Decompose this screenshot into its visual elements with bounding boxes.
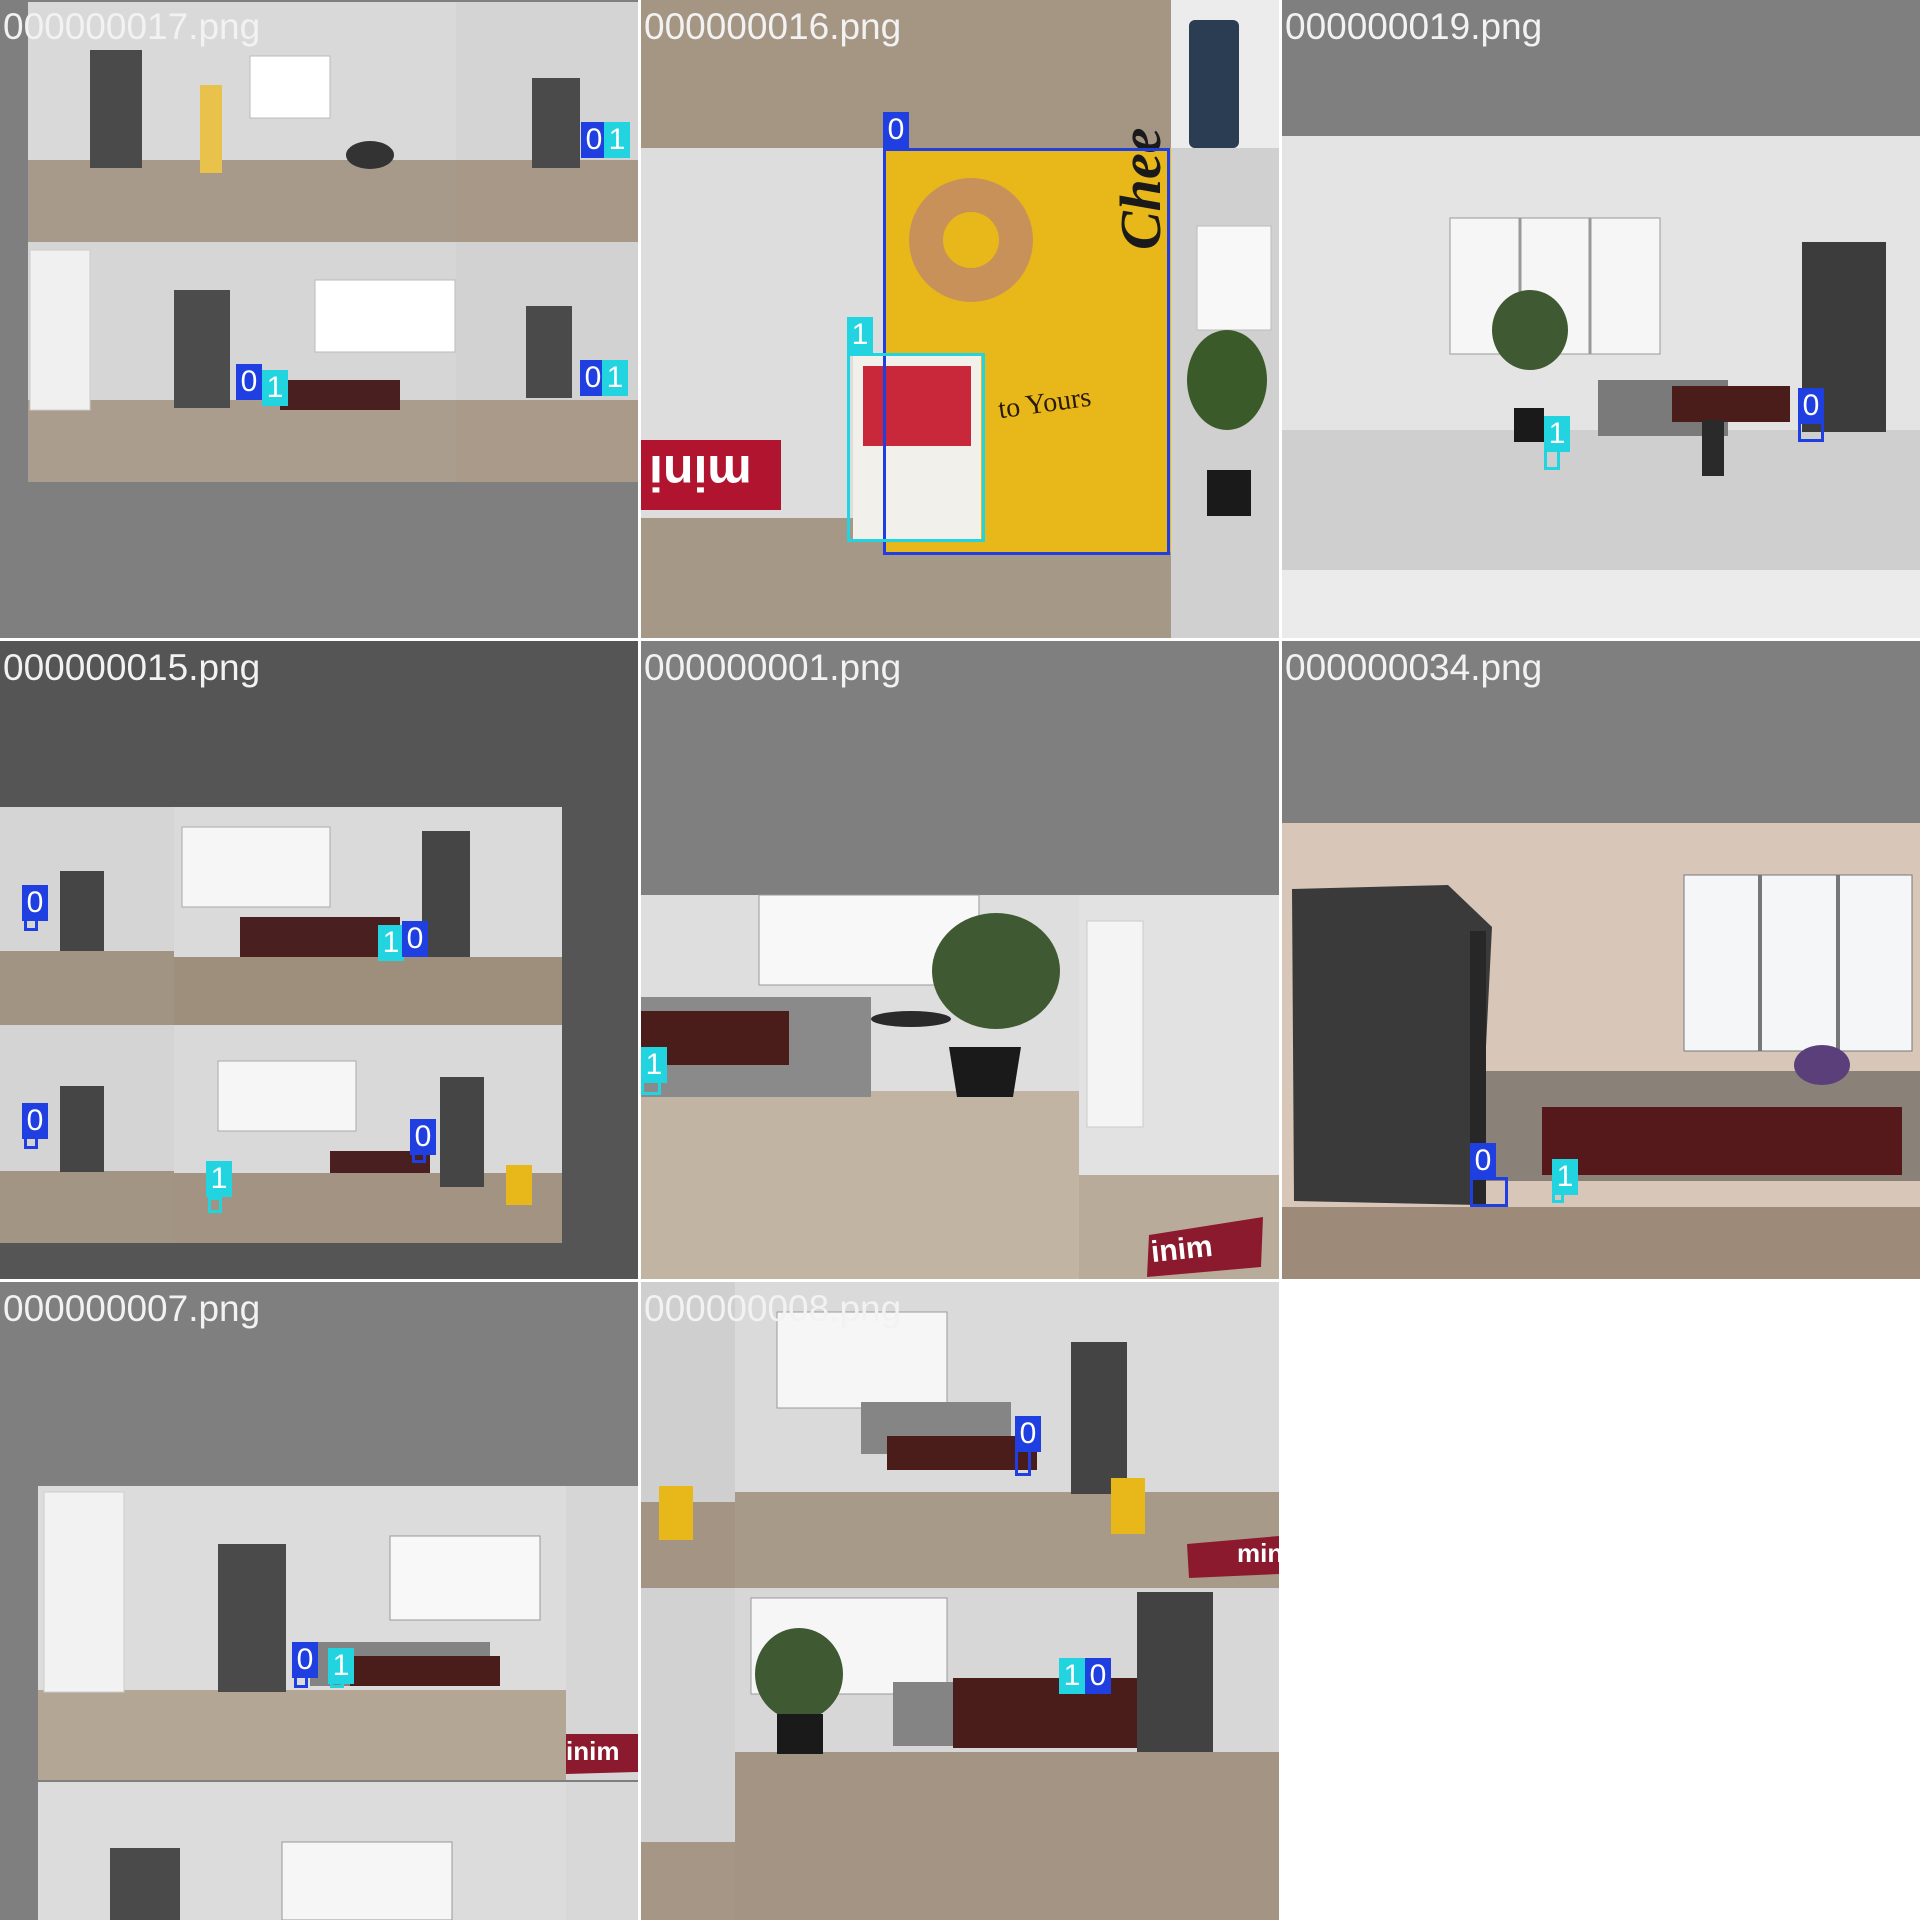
product-text-mini: inim	[566, 1736, 620, 1766]
bbox-label: 1	[847, 317, 873, 353]
scene-photo	[38, 1486, 638, 1920]
bbox-class-0[interactable]	[1470, 1177, 1508, 1207]
mosaic-tile-1[interactable]: 000000017.png 0 1 0 1 0 1	[0, 0, 638, 638]
mosaic-tile-8[interactable]: mini 000000008.png 0 1 0	[641, 1282, 1279, 1920]
bbox-label: 1	[604, 122, 630, 158]
bbox-label: 0	[1470, 1143, 1496, 1179]
tile-filename: 000000001.png	[644, 647, 902, 688]
bbox-class-1[interactable]	[847, 353, 985, 542]
scene-photo	[641, 894, 1279, 1279]
bbox-label: 0	[22, 1103, 48, 1139]
scene-photo	[1282, 823, 1920, 1279]
bbox-label: 1	[262, 370, 288, 406]
bbox-label: 0	[1798, 388, 1824, 424]
bbox-label: 1	[206, 1161, 232, 1197]
tile-filename: 000000034.png	[1285, 647, 1543, 688]
product-text-mini: inim	[1149, 1229, 1215, 1270]
bbox-label: 0	[236, 364, 262, 400]
bbox-label: 0	[292, 1642, 318, 1678]
bbox-label: 1	[378, 925, 404, 961]
empty-tile	[1282, 1282, 1920, 1920]
scene-photo	[28, 2, 638, 482]
bbox-label: 0	[410, 1119, 436, 1155]
tile-filename: 000000008.png	[644, 1288, 902, 1329]
bbox-label: 0	[402, 921, 428, 957]
product-text-mini: mini	[1237, 1538, 1279, 1568]
scene-photo	[641, 1282, 1279, 1920]
bbox-label: 1	[1059, 1658, 1085, 1694]
mosaic-tile-4[interactable]: 000000015.png 0 1 0 0 1 0	[0, 641, 638, 1279]
product-text-mini: mini	[649, 445, 752, 501]
bbox-label: 1	[1552, 1159, 1578, 1195]
bbox-label: 1	[1544, 416, 1570, 452]
bbox-label: 1	[641, 1047, 667, 1083]
bbox-label: 0	[1015, 1416, 1041, 1452]
bbox-label: 0	[22, 885, 48, 921]
mosaic-tile-2[interactable]: Chee to Yours mini 000000016.png 0 1	[641, 0, 1279, 638]
scene-photo	[0, 807, 562, 1243]
bbox-class-1[interactable]	[208, 1197, 222, 1213]
bbox-label: 0	[1085, 1658, 1111, 1694]
bbox-label: 0	[883, 112, 909, 148]
tile-filename: 000000019.png	[1285, 6, 1543, 47]
bbox-label: 1	[602, 360, 628, 396]
scene-photo	[1282, 136, 1920, 638]
tile-filename: 000000015.png	[3, 647, 261, 688]
mosaic-tile-3[interactable]: 000000019.png 0 1	[1282, 0, 1920, 638]
mosaic-tile-7[interactable]: inim 000000007.png 0 1	[0, 1282, 638, 1920]
tile-filename: 000000016.png	[644, 6, 902, 47]
mosaic-tile-6[interactable]: 000000034.png 0 1	[1282, 641, 1920, 1279]
mosaic-tile-5[interactable]: inim 000000001.png 1	[641, 641, 1279, 1279]
bbox-label: 1	[328, 1648, 354, 1684]
tile-filename: 000000007.png	[3, 1288, 261, 1329]
tile-filename: 000000017.png	[3, 6, 261, 47]
